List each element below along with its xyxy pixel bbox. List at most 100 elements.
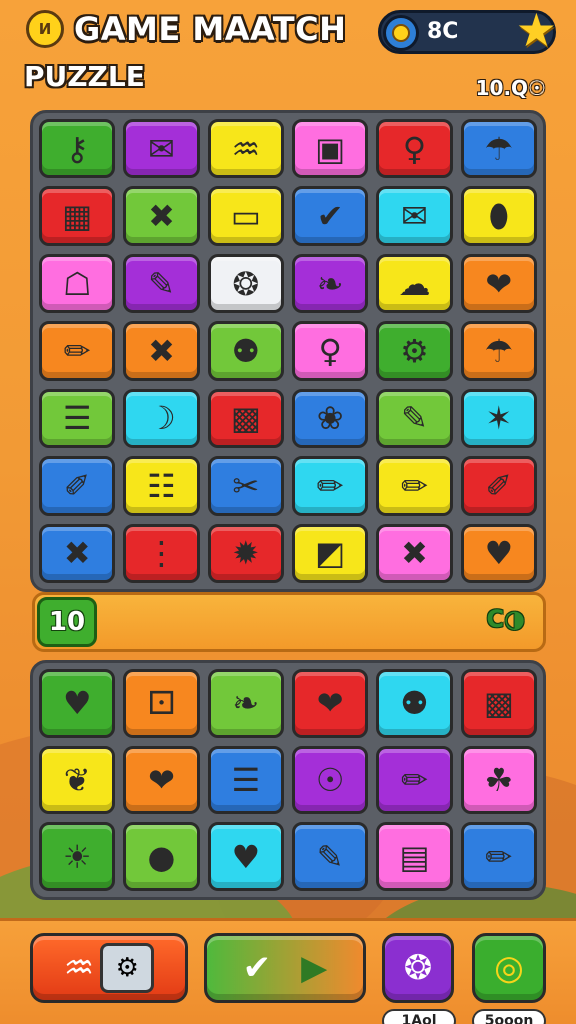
board-tile[interactable]: ☽ xyxy=(123,388,200,449)
star-icon[interactable]: ★ xyxy=(516,7,557,53)
tray-tile[interactable]: ☉ xyxy=(292,745,369,815)
check-icon: ✔ xyxy=(316,197,344,236)
dice-icon: ⚀ xyxy=(147,684,176,723)
level-progress-bar: 10 C◑ xyxy=(32,592,546,652)
board-tile[interactable]: ⚉ xyxy=(207,321,284,381)
shop-button[interactable]: ♒ ⚙ xyxy=(30,933,188,1003)
tray-tile[interactable]: ⚉ xyxy=(376,669,453,738)
board-tile[interactable]: ✎ xyxy=(123,253,200,314)
notepad-icon: ☰ xyxy=(231,760,261,799)
bottom-toolbar: ♒ ⚙ ✔ ▶ ❂ ◎ 1Aol 5ooon xyxy=(0,918,576,1024)
board-tile[interactable]: ✏ xyxy=(39,321,116,381)
board-tile[interactable]: ♀ xyxy=(376,119,453,179)
pin-icon: ⚉ xyxy=(231,331,261,370)
board-tile[interactable]: ☖ xyxy=(39,253,116,314)
board-tile[interactable]: ✖ xyxy=(39,523,116,583)
board-tile[interactable]: ✖ xyxy=(123,186,200,246)
coin-counter[interactable]: 8C ★ xyxy=(378,7,557,54)
tray-tile[interactable]: ▤ xyxy=(376,822,453,891)
pencil-icon: ✏ xyxy=(63,331,91,370)
tray-tile[interactable]: ✏ xyxy=(376,745,453,815)
pencil-icon: ✏ xyxy=(401,760,428,799)
top-header: И GAME MAATCH PUZZLE 8C ★ 10.Q☉ xyxy=(0,0,576,110)
scroll-icon: ✎ xyxy=(401,399,428,438)
board-tile[interactable]: ▩ xyxy=(207,388,284,449)
lollipop-icon: ♀ xyxy=(402,129,427,168)
board-tile[interactable]: ✶ xyxy=(460,388,537,449)
tray-tile[interactable]: ☘ xyxy=(460,745,537,815)
tray-tile[interactable]: ❧ xyxy=(207,669,284,738)
tray-tile[interactable]: ❤ xyxy=(292,669,369,738)
tray-tile[interactable]: ❤ xyxy=(123,745,200,815)
game-title: GAME MAATCH xyxy=(74,10,347,48)
coin-icon xyxy=(383,15,419,51)
tray-tile[interactable]: ☰ xyxy=(207,745,284,815)
board-tile[interactable]: ♀ xyxy=(292,321,369,381)
board-tile[interactable]: ✐ xyxy=(39,456,116,516)
board-tile[interactable]: ☁ xyxy=(376,253,453,314)
play-icon: ▶ xyxy=(301,948,328,988)
picture-icon: ▩ xyxy=(230,399,261,438)
board-tile[interactable]: ☷ xyxy=(123,456,200,516)
board-tile[interactable]: ❤ xyxy=(460,253,537,314)
board-tile[interactable]: ✎ xyxy=(376,388,453,449)
tray-tile[interactable]: ● xyxy=(123,822,200,891)
board-tile[interactable]: ☂ xyxy=(460,321,537,381)
board-tile[interactable]: ♥ xyxy=(460,523,537,583)
board-tile[interactable]: ❂ xyxy=(207,253,284,314)
board-tile[interactable]: ☰ xyxy=(39,388,116,449)
tray-tile[interactable]: ♥ xyxy=(39,669,116,738)
tray-tile[interactable]: ✎ xyxy=(292,822,369,891)
refresh-button[interactable]: ◎ xyxy=(472,933,546,1003)
pen-icon: ✐ xyxy=(485,466,513,505)
board-tile[interactable]: ▣ xyxy=(292,119,369,179)
board-tile[interactable]: ✂ xyxy=(207,456,284,516)
board-tile[interactable]: ✏ xyxy=(292,456,369,516)
board-tile[interactable]: ✉ xyxy=(123,119,200,179)
tray-tile[interactable]: ✏ xyxy=(460,822,537,891)
ring-icon: ◎ xyxy=(494,948,524,988)
machine-icon: ⚙ xyxy=(100,943,155,993)
notepad-icon: ☰ xyxy=(62,399,92,438)
tray-tile[interactable]: ♥ xyxy=(207,822,284,891)
board-tile[interactable]: ▭ xyxy=(207,186,284,246)
board-tile[interactable]: ✖ xyxy=(123,321,200,381)
bench-icon: ♒ xyxy=(231,129,261,168)
board-tile[interactable]: ♒ xyxy=(207,119,284,179)
tray-tile[interactable]: ⚀ xyxy=(123,669,200,738)
flower-icon: ❂ xyxy=(403,948,433,988)
scissors-icon: ✂ xyxy=(232,466,260,505)
board-tile[interactable]: ☂ xyxy=(460,119,537,179)
bone-icon: ❦ xyxy=(63,760,91,799)
cross-icon: ✖ xyxy=(63,534,91,573)
board-tile[interactable]: ✏ xyxy=(376,456,453,516)
board-tile[interactable]: ⬮ xyxy=(460,186,537,246)
traffic-light-icon: ⋮ xyxy=(145,534,178,573)
board-tile[interactable]: ✉ xyxy=(376,186,453,246)
heart-icon: ♥ xyxy=(62,684,92,723)
heart-icon: ♥ xyxy=(231,837,261,876)
tray-tile[interactable]: ▩ xyxy=(460,669,537,738)
board-tile[interactable]: ⚷ xyxy=(39,119,116,179)
board-tile[interactable]: ❀ xyxy=(292,388,369,449)
board-tile[interactable]: ⋮ xyxy=(123,523,200,583)
tray-tile[interactable]: ❦ xyxy=(39,745,116,815)
umbrella-icon: ☂ xyxy=(484,331,514,370)
board-tile[interactable]: ▦ xyxy=(39,186,116,246)
star-bonus-button[interactable]: ❂ xyxy=(382,933,454,1003)
apple-icon: ❤ xyxy=(148,760,175,799)
envelope-icon: ✉ xyxy=(401,197,428,236)
item-tray: ♥ ⚀ ❧ ❤ ⚉ ▩ ❦ ❤ ☰ ☉ ✏ ☘ ☀ ● ♥ ✎ ▤ ✏ xyxy=(30,660,546,900)
crate-icon: ▦ xyxy=(62,197,93,236)
board-tile[interactable]: ◩ xyxy=(292,523,369,583)
pencil-icon: ✏ xyxy=(485,837,513,876)
board-tile[interactable]: ✖ xyxy=(376,523,453,583)
board-tile[interactable]: ✔ xyxy=(292,186,369,246)
board-tile[interactable]: ❧ xyxy=(292,253,369,314)
play-button[interactable]: ✔ ▶ xyxy=(204,933,366,1003)
tray-tile[interactable]: ☀ xyxy=(39,822,116,891)
sun-icon: ☀ xyxy=(62,837,92,876)
board-tile[interactable]: ⚙ xyxy=(376,321,453,381)
board-tile[interactable]: ✐ xyxy=(460,456,537,516)
board-tile[interactable]: ✹ xyxy=(207,523,284,583)
